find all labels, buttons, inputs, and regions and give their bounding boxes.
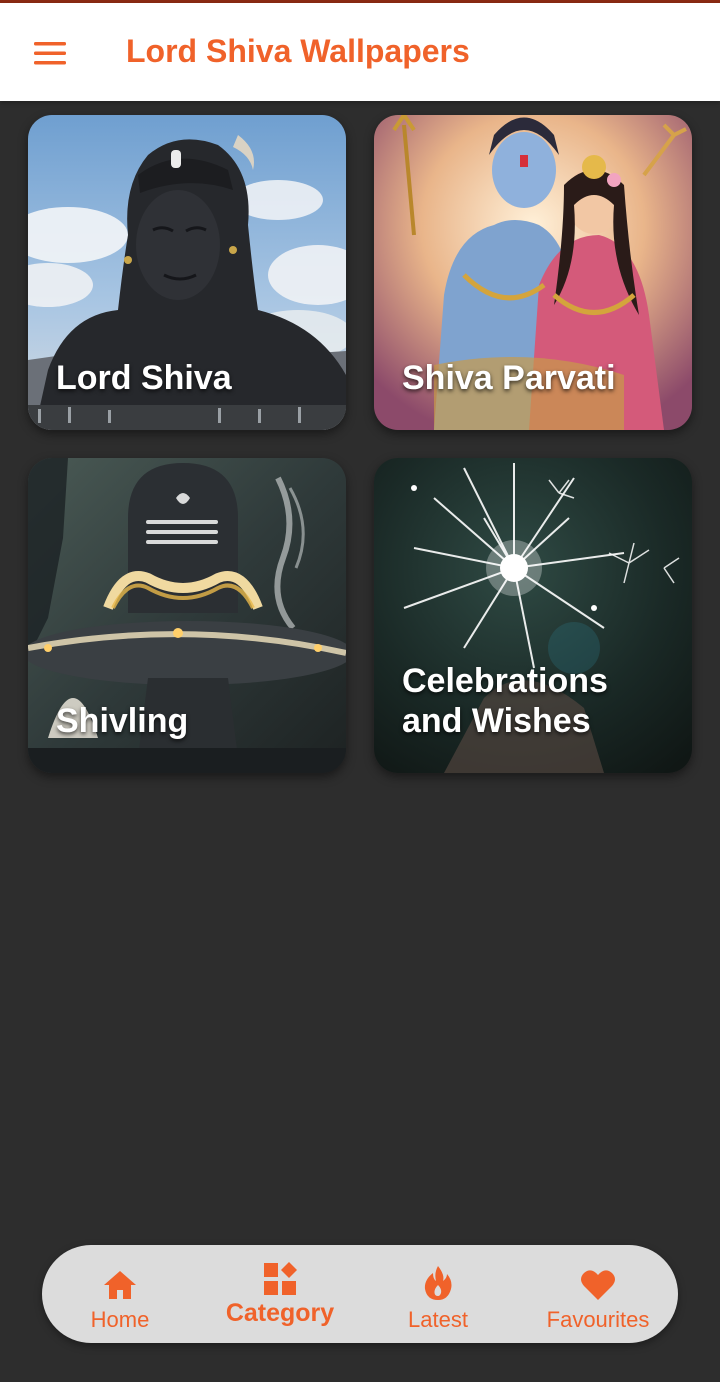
flame-icon <box>424 1266 452 1300</box>
home-icon <box>104 1271 136 1299</box>
app-bar: Lord Shiva Wallpapers <box>0 3 720 101</box>
category-card-celebrations[interactable]: Celebrations and Wishes <box>374 458 692 773</box>
nav-item-favourites[interactable]: Favourites <box>528 1245 668 1343</box>
category-label: Shivling <box>56 702 189 740</box>
hamburger-menu-icon <box>34 42 66 65</box>
category-card-shiva-parvati[interactable]: Shiva Parvati <box>374 115 692 430</box>
category-grid-icon <box>264 1262 297 1295</box>
nav-label: Home <box>90 1307 150 1332</box>
category-card-lord-shiva[interactable]: Lord Shiva <box>28 115 346 430</box>
nav-label: Latest <box>408 1307 468 1332</box>
category-label: Shiva Parvati <box>402 359 616 397</box>
nav-label: Favourites <box>546 1307 650 1332</box>
page-title: Lord Shiva Wallpapers <box>126 33 470 69</box>
nav-item-category[interactable]: Category <box>210 1245 350 1343</box>
category-card-shivling[interactable]: Shivling <box>28 458 346 773</box>
heart-icon <box>581 1270 615 1300</box>
nav-item-home[interactable]: Home <box>50 1245 190 1343</box>
category-label: Lord Shiva <box>56 359 232 397</box>
nav-item-latest[interactable]: Latest <box>368 1245 508 1343</box>
nav-label: Category <box>225 1299 335 1327</box>
category-label: Celebrations and Wishes <box>402 662 608 740</box>
menu-button[interactable] <box>28 33 72 73</box>
bottom-navigation: Home Category Latest Favourites <box>42 1245 678 1343</box>
